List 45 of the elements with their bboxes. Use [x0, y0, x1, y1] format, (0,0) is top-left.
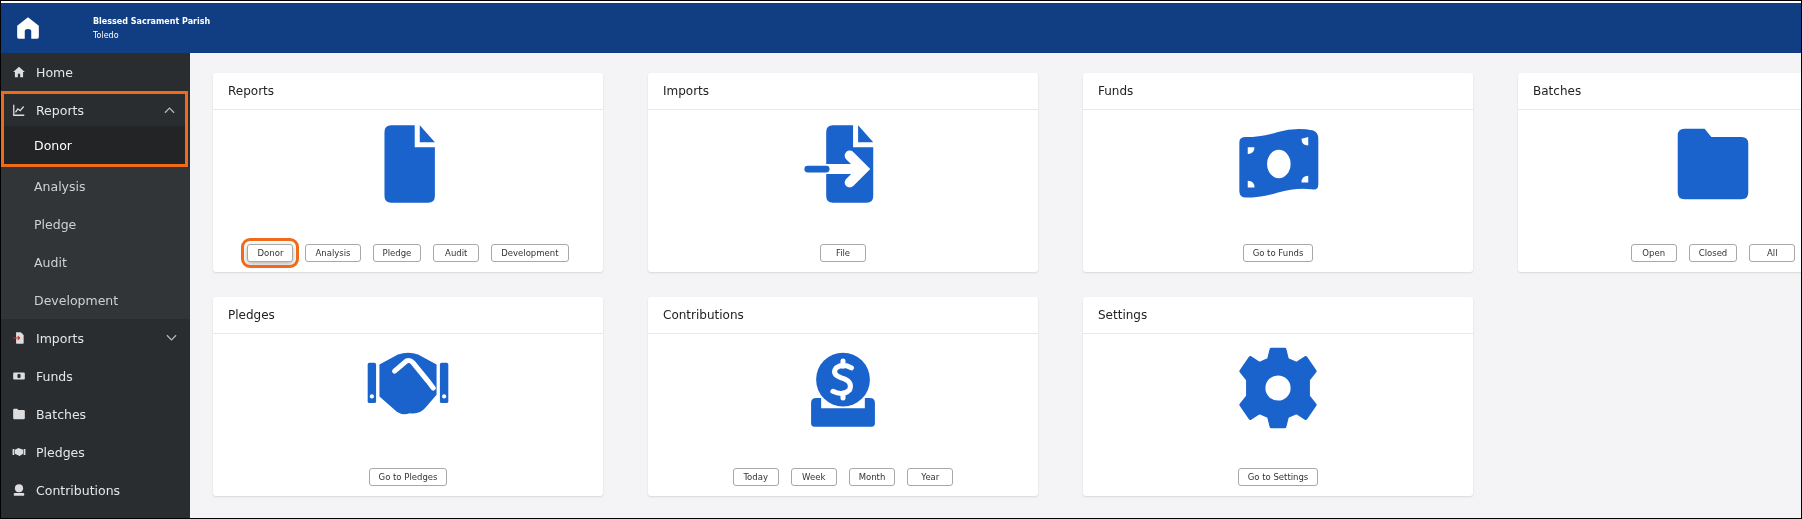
card-button[interactable]: Pledge: [372, 244, 422, 262]
card-button[interactable]: All: [1749, 244, 1796, 262]
sidebar-item[interactable]: Reports: [4, 94, 185, 126]
submenu-item[interactable]: Analysis: [1, 167, 190, 205]
card-button[interactable]: Week: [790, 468, 837, 486]
card-title: Batches: [1533, 84, 1582, 98]
card-button[interactable]: File: [820, 244, 866, 262]
chevron-icon[interactable]: [164, 106, 175, 114]
sidebar-item[interactable]: Imports: [4, 322, 187, 354]
coin-icon: [12, 483, 26, 497]
settings-icon: [1236, 346, 1320, 430]
submenu-item[interactable]: Audit: [1, 243, 190, 281]
card-button[interactable]: Closed: [1688, 244, 1738, 262]
sidebar-item[interactable]: Funds: [4, 360, 187, 392]
card-button[interactable]: Analysis: [305, 244, 361, 262]
folder-icon: [12, 407, 26, 421]
sidebar-item[interactable]: Pledges: [4, 436, 187, 468]
card-button[interactable]: Go to Settings: [1237, 468, 1319, 486]
chevron-icon[interactable]: [166, 334, 177, 342]
sidebar-item[interactable]: Home: [4, 56, 187, 88]
line-chart-icon: [12, 103, 26, 117]
submenu-item[interactable]: Donor: [4, 126, 185, 164]
card-button[interactable]: Development: [491, 244, 569, 262]
card-title: Contributions: [663, 308, 744, 322]
card-button[interactable]: Month: [848, 468, 896, 486]
card-button[interactable]: Open: [1630, 244, 1677, 262]
card-title: Reports: [228, 84, 275, 98]
card-button[interactable]: Audit: [433, 244, 480, 262]
parish-name: Blessed Sacrament Parish: [93, 16, 211, 26]
card-title: Settings: [1098, 308, 1148, 322]
house-icon: [12, 65, 26, 79]
file-arrow-icon: [12, 331, 26, 345]
submenu-item[interactable]: Development: [1, 281, 190, 319]
sidebar-item[interactable]: Contributions: [4, 474, 187, 506]
city-name: Toledo: [93, 30, 120, 40]
card-button[interactable]: Go to Funds: [1242, 244, 1314, 262]
card-button[interactable]: Today: [732, 468, 779, 486]
card-button[interactable]: Year: [907, 468, 954, 486]
submenu-item[interactable]: Pledge: [1, 205, 190, 243]
card-button[interactable]: Go to Pledges: [368, 468, 448, 486]
card-title: Funds: [1098, 84, 1134, 98]
house-icon[interactable]: [15, 15, 41, 41]
sidebar-item[interactable]: Batches: [4, 398, 187, 430]
card-title: Imports: [663, 84, 710, 98]
card-title: Pledges: [228, 308, 275, 322]
